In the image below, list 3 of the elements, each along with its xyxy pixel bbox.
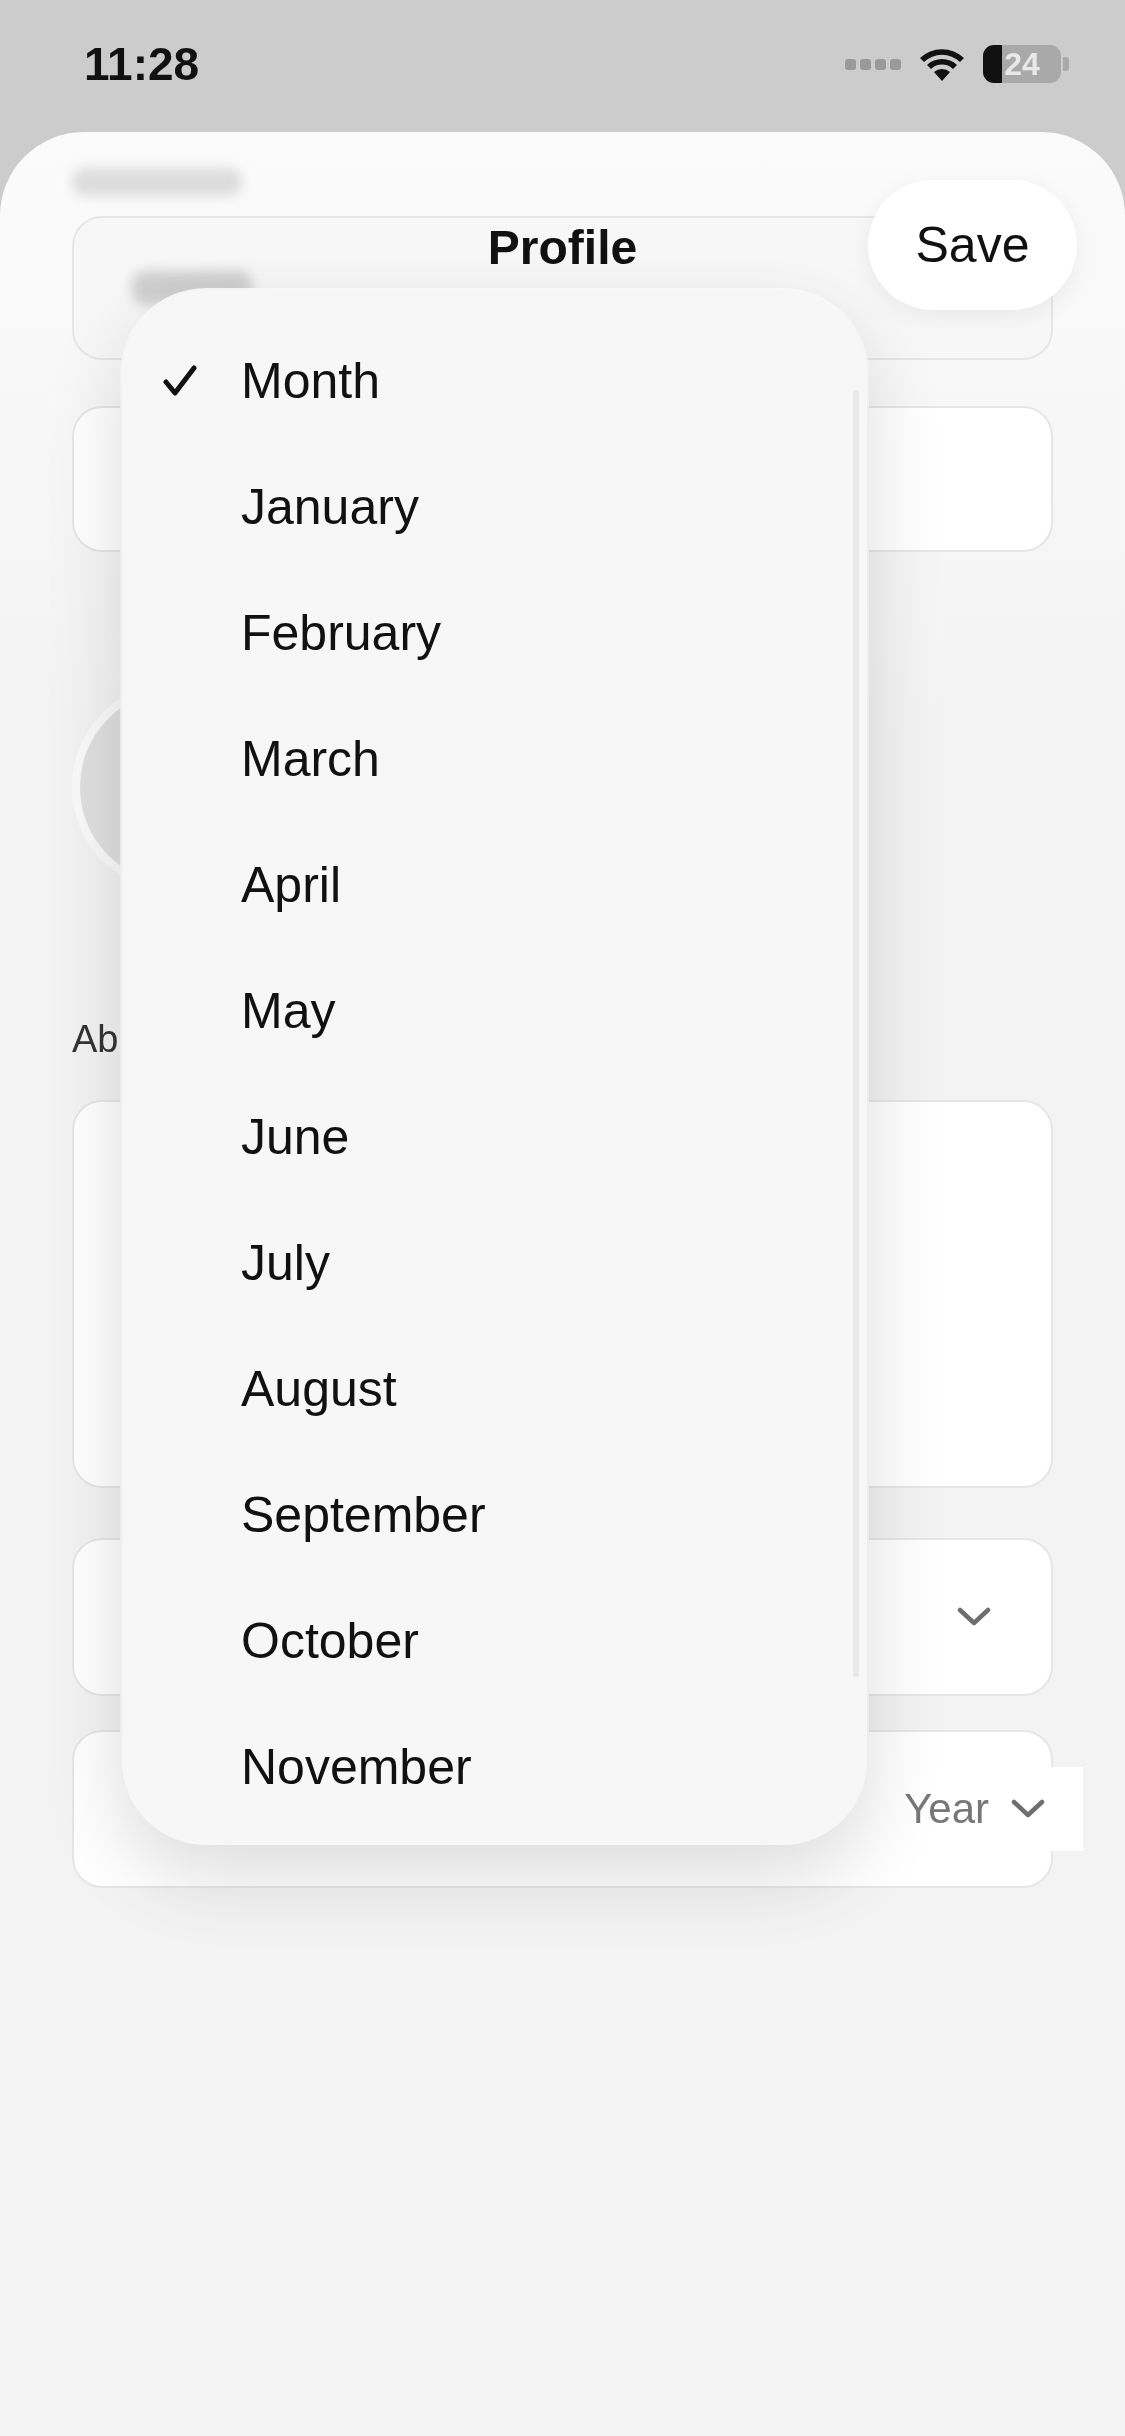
status-time: 11:28 — [84, 37, 200, 91]
about-label: Ab — [72, 1016, 119, 1062]
page-title: Profile — [487, 219, 638, 275]
